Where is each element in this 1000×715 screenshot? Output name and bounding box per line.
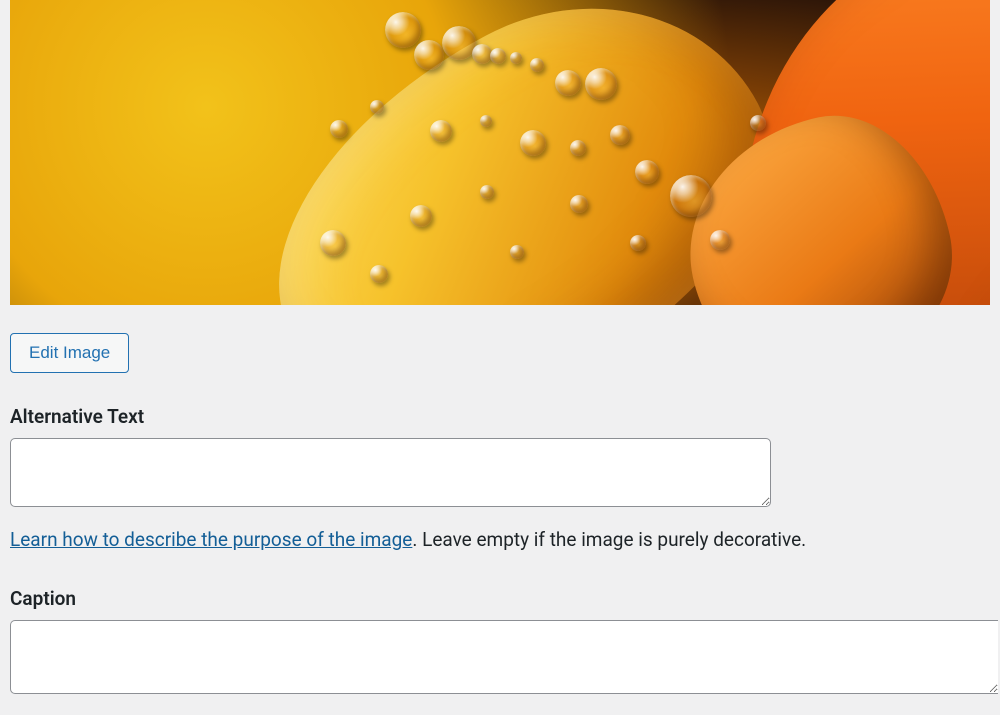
water-drop bbox=[480, 185, 494, 199]
alt-text-label: Alternative Text bbox=[10, 405, 990, 428]
water-drop bbox=[410, 205, 432, 227]
water-drop bbox=[430, 120, 452, 142]
alt-text-field-group: Alternative Text Learn how to describe t… bbox=[10, 405, 990, 553]
caption-label: Caption bbox=[10, 587, 990, 610]
water-drop bbox=[510, 245, 524, 259]
water-drop bbox=[585, 68, 617, 100]
water-drop bbox=[520, 130, 546, 156]
alt-text-help-link[interactable]: Learn how to describe the purpose of the… bbox=[10, 528, 412, 551]
water-drop bbox=[670, 175, 712, 217]
water-drop bbox=[570, 195, 588, 213]
water-drop bbox=[472, 44, 492, 64]
water-drop bbox=[570, 140, 586, 156]
water-drop bbox=[385, 12, 421, 48]
water-drop bbox=[370, 100, 384, 114]
water-drop bbox=[330, 120, 348, 138]
water-drop bbox=[370, 265, 388, 283]
water-drop bbox=[635, 160, 659, 184]
caption-textarea[interactable] bbox=[10, 620, 998, 694]
water-drop bbox=[710, 230, 730, 250]
alt-text-help-trailing: . Leave empty if the image is purely dec… bbox=[412, 528, 806, 551]
water-drop bbox=[442, 26, 476, 60]
caption-field-group: Caption bbox=[10, 587, 990, 694]
water-drop bbox=[610, 125, 630, 145]
alt-text-help: Learn how to describe the purpose of the… bbox=[10, 527, 990, 553]
attachment-image-preview bbox=[10, 0, 990, 305]
water-drop bbox=[555, 70, 581, 96]
water-drop bbox=[750, 115, 766, 131]
water-drop bbox=[480, 115, 492, 127]
water-drop bbox=[320, 230, 346, 256]
water-drop bbox=[490, 48, 506, 64]
water-drop bbox=[630, 235, 646, 251]
water-drop bbox=[510, 52, 522, 64]
edit-image-button[interactable]: Edit Image bbox=[10, 333, 129, 373]
water-drop bbox=[530, 58, 544, 72]
water-drop bbox=[414, 40, 444, 70]
alt-text-textarea[interactable] bbox=[10, 438, 771, 507]
